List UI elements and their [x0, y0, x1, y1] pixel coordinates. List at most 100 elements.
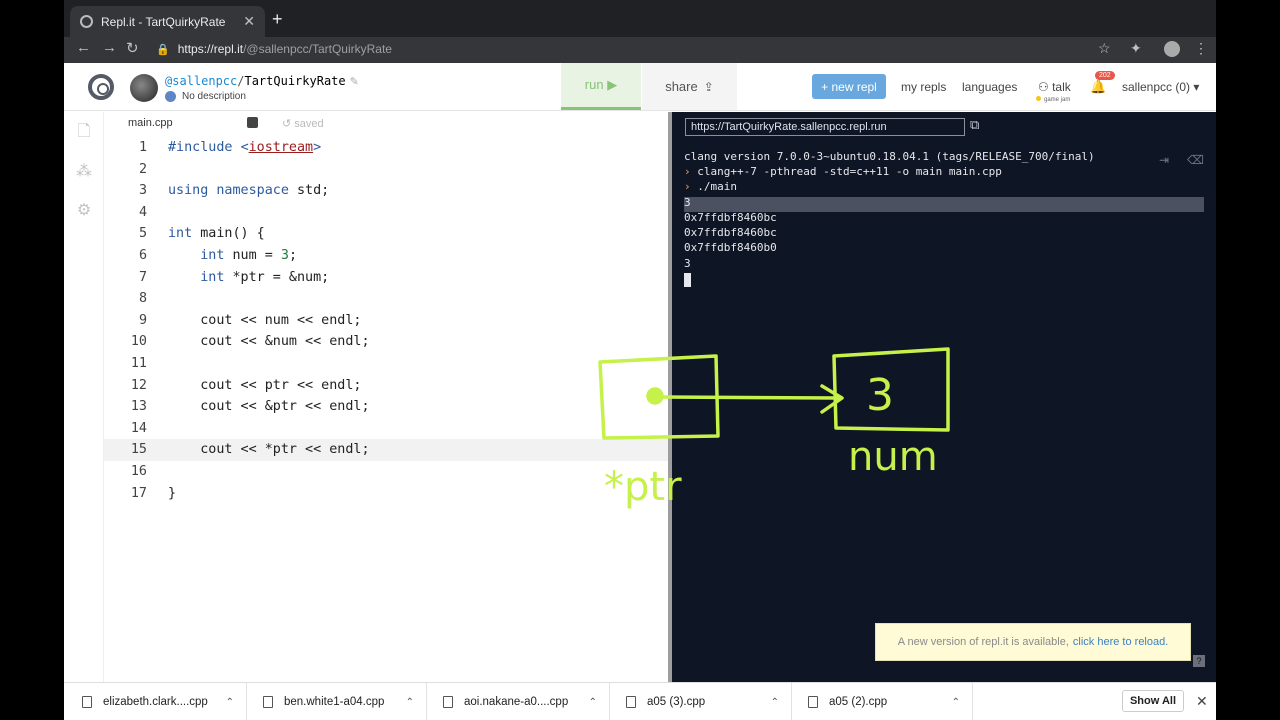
- pencil-icon[interactable]: ✎: [350, 75, 359, 88]
- clear-console-icon[interactable]: ⌫: [1187, 153, 1204, 167]
- new-tab-icon[interactable]: +: [272, 9, 283, 30]
- talk-link[interactable]: ⚇ talk: [1038, 80, 1071, 94]
- download-item[interactable]: elizabeth.clark....cpp ⌃: [72, 683, 247, 720]
- code-line[interactable]: 12 cout << ptr << endl;: [104, 375, 668, 397]
- back-icon[interactable]: ←: [76, 39, 91, 56]
- line-number: 1: [138, 140, 147, 155]
- replit-logo-icon[interactable]: [88, 74, 114, 100]
- new-repl-button[interactable]: + new repl: [812, 74, 886, 99]
- chevron-up-icon[interactable]: ⌃: [952, 697, 960, 708]
- code-line[interactable]: 14: [104, 418, 668, 440]
- code-line[interactable]: 2: [104, 159, 668, 181]
- description-text[interactable]: No description: [182, 91, 246, 102]
- browser-tab[interactable]: Repl.it - TartQuirkyRate ✕: [70, 6, 265, 37]
- line-number: 14: [130, 420, 147, 436]
- show-all-button[interactable]: Show All: [1122, 690, 1184, 712]
- share-label: share: [665, 79, 698, 94]
- file-icon: [82, 696, 92, 708]
- bookmark-star-icon[interactable]: ☆: [1098, 40, 1111, 57]
- replit-favicon-icon: [80, 15, 93, 28]
- settings-gear-icon[interactable]: ⚙: [76, 203, 92, 219]
- code-line[interactable]: 8: [104, 288, 668, 310]
- menu-kebab-icon[interactable]: ⋮: [1194, 40, 1208, 57]
- download-item[interactable]: ben.white1-a04.cpp ⌃: [253, 683, 427, 720]
- editor-tabs: main.cpp ↺ saved: [104, 112, 670, 137]
- code-line[interactable]: 13 cout << &ptr << endl;: [104, 396, 668, 418]
- code-line[interactable]: 15 cout << *ptr << endl;: [104, 439, 668, 461]
- console-input-icon[interactable]: ⇥: [1159, 153, 1169, 167]
- code-editor[interactable]: 1 #include <iostream> 2 3 using namespace st…: [104, 137, 668, 682]
- share-button[interactable]: share ⇪: [642, 63, 737, 110]
- repl-header: @sallenpcc/TartQuirkyRate ✎ No descriptio…: [64, 63, 1216, 111]
- tab-main-cpp[interactable]: main.cpp: [128, 117, 173, 129]
- line-number: 17: [130, 485, 147, 501]
- chevron-up-icon[interactable]: ⌃: [226, 697, 234, 708]
- talk-label: talk: [1052, 80, 1071, 94]
- code-line[interactable]: 9 cout << num << endl;: [104, 310, 668, 332]
- code-text: }: [168, 485, 177, 501]
- packages-icon[interactable]: ⁂: [76, 164, 92, 180]
- files-icon[interactable]: 🗋: [76, 124, 92, 140]
- forward-icon[interactable]: →: [102, 39, 117, 56]
- code-line[interactable]: 5 int main() {: [104, 223, 668, 245]
- code-line[interactable]: 1 #include <iostream>: [104, 137, 668, 159]
- code-text: cout << &num << endl;: [168, 334, 370, 350]
- repl-owner-link[interactable]: @sallenpcc: [165, 74, 237, 88]
- console-pane[interactable]: https://TartQuirkyRate.sallenpcc.repl.ru…: [672, 112, 1216, 682]
- download-item[interactable]: a05 (2).cpp ⌃: [798, 683, 973, 720]
- notification-badge: 202: [1095, 71, 1115, 80]
- code-line[interactable]: 10 cout << &num << endl;: [104, 331, 668, 353]
- close-tab-icon[interactable]: ✕: [243, 13, 255, 30]
- extension-icon[interactable]: ✦: [1130, 40, 1142, 57]
- code-line[interactable]: 7 int *ptr = &num;: [104, 267, 668, 289]
- format-icon[interactable]: [247, 117, 258, 128]
- console-line: clang version 7.0.0-3~ubuntu0.18.04.1 (t…: [684, 150, 1095, 163]
- run-button[interactable]: run ▶: [561, 63, 641, 110]
- profile-avatar[interactable]: [1164, 41, 1180, 57]
- sidebar: 🗋 ⁂ ⚙: [64, 112, 104, 682]
- help-icon[interactable]: ?: [1193, 655, 1205, 667]
- notice-text: A new version of repl.it is available,: [897, 636, 1069, 648]
- reload-icon[interactable]: ↻: [126, 39, 139, 57]
- console-line: 3: [684, 196, 691, 209]
- address-bar[interactable]: 🔒 https://repl.it/@sallenpcc/TartQuirkyR…: [156, 37, 1116, 61]
- console-text: 0x7ffdbf8460bc: [684, 211, 777, 224]
- code-line[interactable]: 17}: [104, 483, 668, 505]
- download-item[interactable]: a05 (3).cpp ⌃: [616, 683, 792, 720]
- line-number: 7: [138, 269, 147, 285]
- saved-status: ↺ saved: [282, 118, 324, 130]
- game-jam-label[interactable]: game jam: [1036, 96, 1070, 103]
- repl-run-url[interactable]: https://TartQuirkyRate.sallenpcc.repl.ru…: [685, 118, 965, 136]
- reload-link[interactable]: click here to reload.: [1073, 636, 1168, 648]
- console-text: 3: [684, 257, 691, 270]
- console-line: › clang++-7 -pthread -std=c++11 -o main …: [684, 165, 1002, 178]
- close-downloads-icon[interactable]: ✕: [1196, 693, 1208, 710]
- user-avatar[interactable]: [130, 74, 158, 102]
- bell-icon[interactable]: 🔔: [1090, 79, 1106, 95]
- account-menu[interactable]: sallenpcc (0) ▾: [1122, 80, 1199, 94]
- url-host: https://repl.it: [177, 42, 244, 56]
- my-repls-link[interactable]: my repls: [901, 80, 946, 94]
- languages-link[interactable]: languages: [962, 80, 1017, 94]
- code-line[interactable]: 3 using namespace std;: [104, 180, 668, 202]
- code-line[interactable]: 4: [104, 202, 668, 224]
- line-number: 5: [138, 226, 147, 242]
- repl-name[interactable]: TartQuirkyRate: [244, 74, 345, 88]
- code-line[interactable]: 6 int num = 3;: [104, 245, 668, 267]
- code-text: cout << &ptr << endl;: [168, 399, 370, 415]
- download-filename: a05 (3).cpp: [647, 696, 706, 708]
- downloads-bar: Show All ✕ elizabeth.clark....cpp ⌃ ben.wh…: [64, 682, 1216, 720]
- code-line[interactable]: 16: [104, 461, 668, 483]
- download-item[interactable]: aoi.nakane-a0....cpp ⌃: [433, 683, 610, 720]
- chevron-up-icon[interactable]: ⌃: [589, 697, 597, 708]
- chevron-up-icon[interactable]: ⌃: [406, 697, 414, 708]
- console-text: 0x7ffdbf8460b0: [684, 241, 777, 254]
- console-line: › ./main: [684, 180, 737, 193]
- open-external-icon[interactable]: ⧉: [970, 117, 979, 133]
- console-line: 0x7ffdbf8460b0: [684, 241, 777, 254]
- console-line: 3: [684, 257, 691, 270]
- chevron-up-icon[interactable]: ⌃: [771, 697, 779, 708]
- console-cursor: [684, 273, 691, 287]
- code-line[interactable]: 11: [104, 353, 668, 375]
- line-number: 11: [130, 356, 147, 371]
